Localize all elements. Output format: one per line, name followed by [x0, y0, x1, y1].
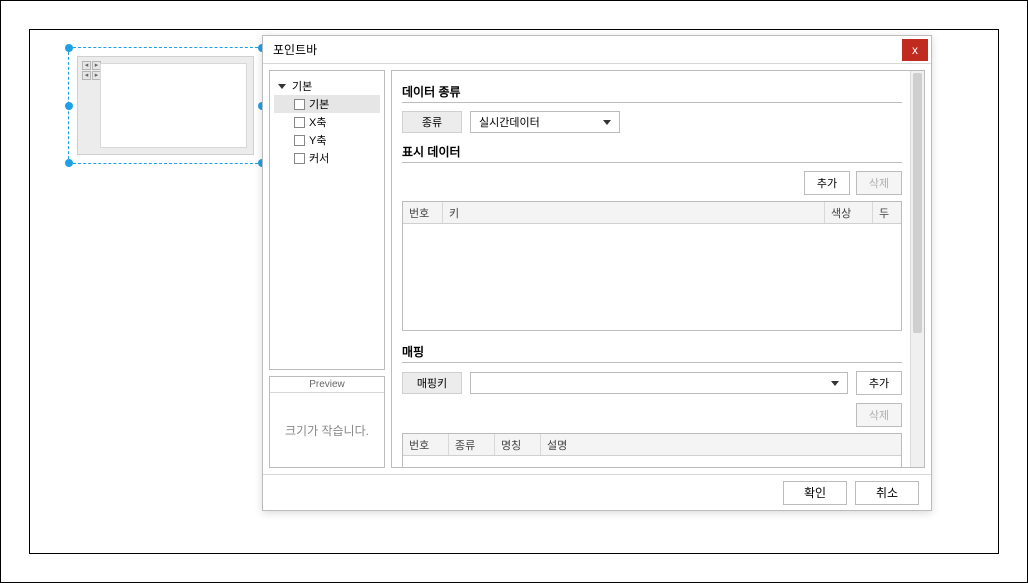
chevron-down-icon [603, 120, 611, 125]
canvas-inner: ◂ ▸ ◂ ▸ [77, 56, 254, 155]
grid-header: 번호 키 색상 두 [403, 202, 901, 224]
arrow-left2-icon[interactable]: ◂ [82, 71, 91, 80]
col-desc[interactable]: 설명 [541, 434, 901, 455]
tree-item-basic[interactable]: 기본 [274, 95, 380, 113]
ok-button[interactable]: 확인 [783, 481, 847, 505]
col-num[interactable]: 번호 [403, 434, 449, 455]
section-mapping-title: 매핑 [402, 343, 902, 360]
section-datatype-title: 데이터 종류 [402, 83, 902, 100]
col-type[interactable]: 종류 [449, 434, 495, 455]
cancel-button[interactable]: 취소 [855, 481, 919, 505]
col-name[interactable]: 명칭 [495, 434, 541, 455]
divider [402, 102, 902, 103]
datatype-selected: 실시간데이터 [479, 114, 540, 130]
tree-item-label: 기본 [309, 96, 329, 112]
mapping-grid[interactable]: 번호 종류 명칭 설명 [402, 433, 902, 468]
col-thickness[interactable]: 두 [873, 202, 901, 223]
tree-root-label: 기본 [292, 78, 312, 94]
dialog-title: 포인트바 [273, 41, 317, 58]
mapping-add-button[interactable]: 추가 [856, 371, 902, 395]
divider [402, 362, 902, 363]
display-add-button[interactable]: 추가 [804, 171, 850, 195]
grid-body[interactable] [403, 456, 901, 468]
col-num[interactable]: 번호 [403, 202, 443, 223]
expand-icon[interactable] [278, 84, 286, 89]
grid-header: 번호 종류 명칭 설명 [403, 434, 901, 456]
section-display-title: 표시 데이터 [402, 143, 902, 160]
tree-item-label: 커서 [309, 150, 329, 166]
tree-panel: 기본 기본 X축 Y축 [269, 70, 385, 370]
canvas-content [100, 63, 247, 148]
dialog-footer: 확인 취소 [263, 474, 931, 510]
chevron-down-icon [831, 381, 839, 386]
tree-item-yaxis[interactable]: Y축 [274, 131, 380, 149]
preview-panel: Preview 크기가 작습니다. [269, 376, 385, 468]
handle-tl[interactable] [65, 44, 73, 52]
canvas-selected-object[interactable]: ◂ ▸ ◂ ▸ [68, 47, 263, 164]
divider [402, 162, 902, 163]
preview-message: 크기가 작습니다. [270, 393, 384, 467]
arrow-left-icon[interactable]: ◂ [82, 61, 91, 70]
datatype-dropdown[interactable]: 실시간데이터 [470, 111, 620, 133]
scrollbar-thumb[interactable] [913, 73, 922, 333]
tree-item-cursor[interactable]: 커서 [274, 149, 380, 167]
checkbox-icon[interactable] [294, 135, 305, 146]
checkbox-icon[interactable] [294, 99, 305, 110]
properties-dialog: 포인트바 x 기본 기본 X [262, 35, 932, 511]
mapping-delete-button[interactable]: 삭제 [856, 403, 902, 427]
form-panel: 데이터 종류 종류 실시간데이터 표시 데이터 추가 [391, 70, 925, 468]
tree-item-label: Y축 [309, 132, 326, 148]
tree-root[interactable]: 기본 [274, 77, 380, 95]
tree-item-label: X축 [309, 114, 326, 130]
tree-item-xaxis[interactable]: X축 [274, 113, 380, 131]
preview-header: Preview [270, 377, 384, 393]
display-delete-button[interactable]: 삭제 [856, 171, 902, 195]
mapping-key-label: 매핑키 [402, 372, 462, 394]
close-icon: x [912, 43, 918, 57]
datatype-label: 종류 [402, 111, 462, 133]
col-key[interactable]: 키 [443, 202, 825, 223]
grid-body[interactable] [403, 224, 901, 330]
dialog-titlebar[interactable]: 포인트바 x [263, 36, 931, 64]
display-data-grid[interactable]: 번호 키 색상 두 [402, 201, 902, 331]
mapping-key-dropdown[interactable] [470, 372, 848, 394]
close-button[interactable]: x [902, 39, 928, 61]
col-color[interactable]: 색상 [825, 202, 873, 223]
checkbox-icon[interactable] [294, 153, 305, 164]
scrollbar[interactable] [910, 71, 924, 467]
checkbox-icon[interactable] [294, 117, 305, 128]
handle-ml[interactable] [65, 102, 73, 110]
handle-bl[interactable] [65, 159, 73, 167]
